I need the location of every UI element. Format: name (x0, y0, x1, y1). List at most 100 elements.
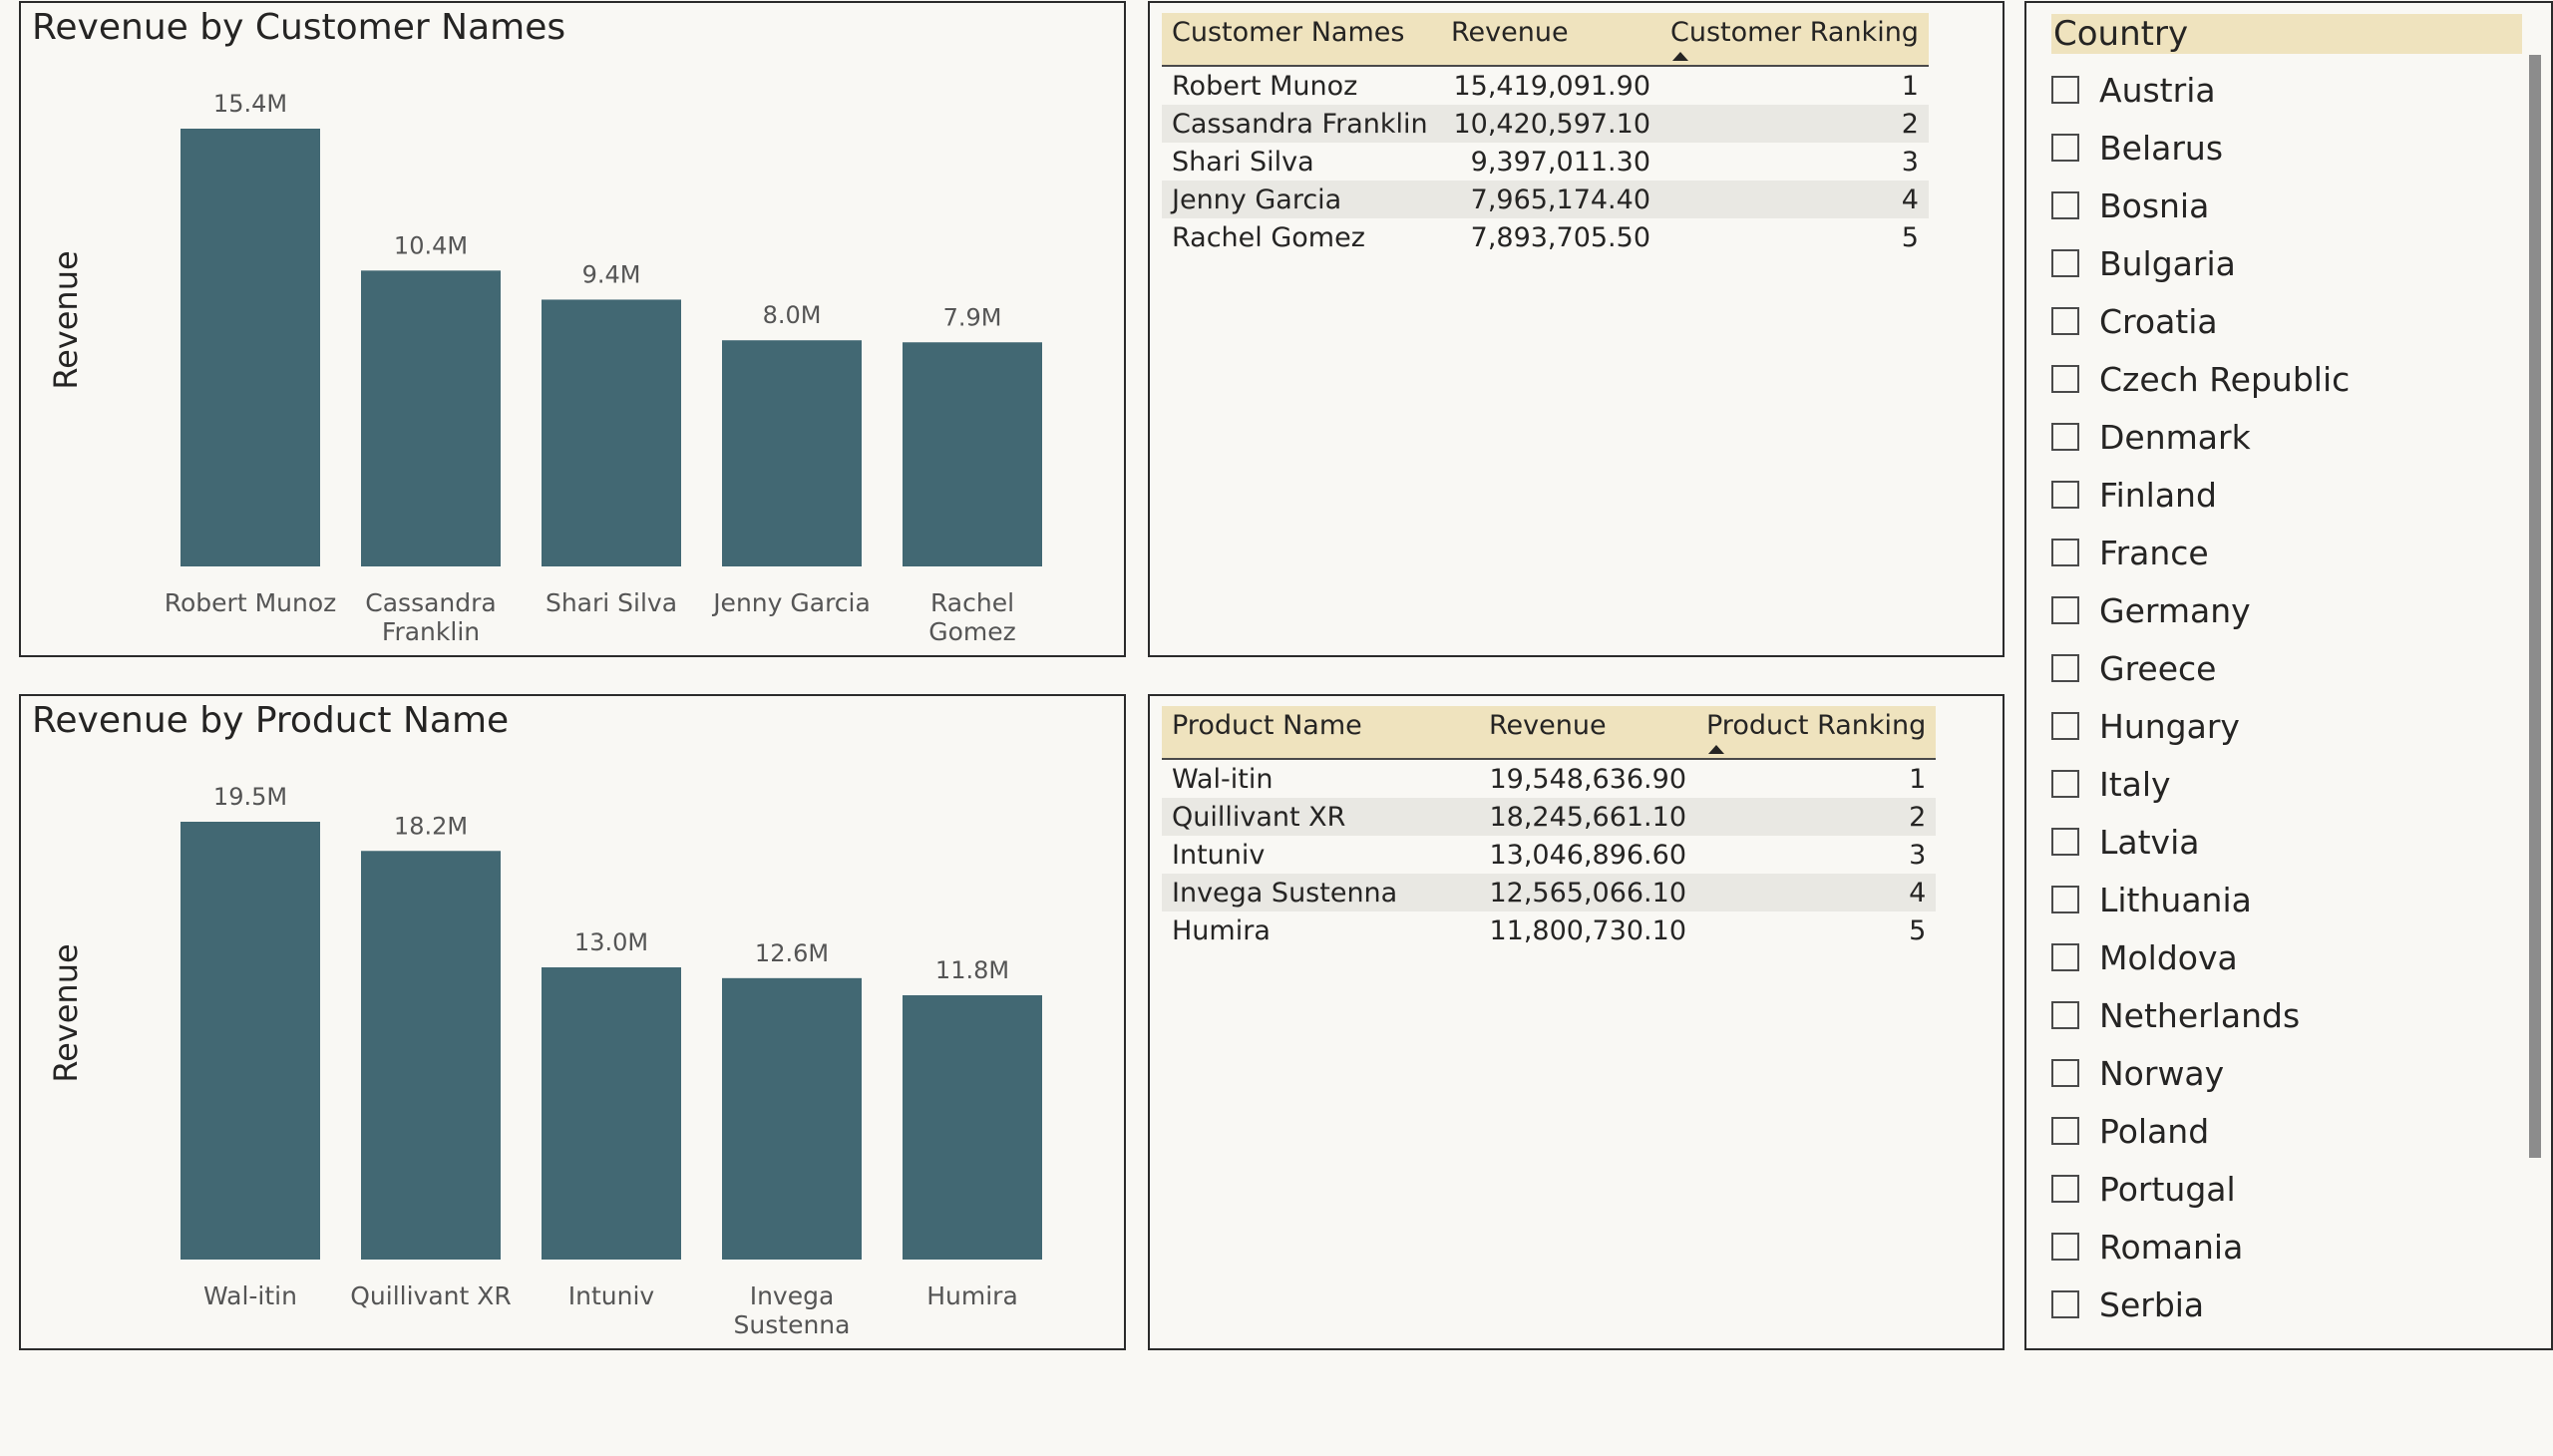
bar[interactable] (903, 994, 1042, 1260)
column-header-customer-ranking[interactable]: Customer Ranking (1660, 13, 1929, 67)
checkbox[interactable] (2051, 886, 2079, 913)
bar[interactable] (722, 340, 862, 566)
revenue-cell: 9,397,011.30 (1470, 146, 1650, 178)
checkbox[interactable] (2051, 654, 2079, 682)
table-row[interactable]: Quillivant XR 18,245,661.10 2 (1162, 798, 1937, 836)
bar[interactable] (361, 851, 501, 1260)
column-header-product-name[interactable]: Product Name (1162, 706, 1479, 760)
data-label: 12.6M (755, 939, 829, 967)
revenue-cell: 10,420,597.10 (1441, 105, 1660, 143)
x-tick-label: Wal-itin (203, 1281, 297, 1310)
column-header-product-ranking[interactable]: Product Ranking (1696, 706, 1937, 760)
checkbox[interactable] (2051, 596, 2079, 624)
sort-ascending-icon[interactable] (1708, 745, 1724, 754)
slicer-item-czech-republic[interactable]: Czech Republic (2051, 350, 2530, 408)
checkbox[interactable] (2051, 365, 2079, 393)
slicer-item-latvia[interactable]: Latvia (2051, 813, 2530, 871)
slicer-scrollbar[interactable] (2529, 55, 2541, 1158)
x-tick-label: Humira (926, 1281, 1018, 1310)
slicer-item-romania[interactable]: Romania (2051, 1218, 2530, 1275)
table-row[interactable]: Robert Munoz 15,419,091.90 1 (1162, 66, 1929, 105)
slicer-item-italy[interactable]: Italy (2051, 755, 2530, 813)
bar[interactable] (903, 342, 1042, 566)
table-row[interactable]: Wal-itin 19,548,636.90 1 (1162, 759, 1936, 798)
slicer-item-label: Hungary (2099, 706, 2240, 746)
slicer-item-label: Italy (2099, 764, 2171, 804)
slicer-item-label: Belarus (2099, 128, 2224, 168)
slicer-item-moldova[interactable]: Moldova (2051, 928, 2530, 986)
slicer-item-label: Lithuania (2099, 880, 2252, 919)
column-header-revenue[interactable]: Revenue (1479, 706, 1696, 760)
slicer-item-serbia[interactable]: Serbia (2051, 1275, 2530, 1333)
x-tick-label: Quillivant XR (350, 1281, 512, 1310)
slicer-item-france[interactable]: France (2051, 524, 2530, 581)
bar[interactable] (181, 129, 320, 566)
product-name-cell: Intuniv (1172, 839, 1266, 871)
sort-ascending-icon[interactable] (1672, 52, 1688, 61)
ranking-cell: 1 (1901, 70, 1919, 102)
slicer-item-label: Bosnia (2099, 185, 2210, 225)
slicer-item-croatia[interactable]: Croatia (2051, 292, 2530, 350)
checkbox[interactable] (2051, 539, 2079, 566)
table-row[interactable]: Shari Silva 9,397,011.30 3 (1162, 143, 1929, 181)
data-label: 18.2M (394, 812, 468, 840)
slicer-item-hungary[interactable]: Hungary (2051, 697, 2530, 755)
checkbox[interactable] (2051, 307, 2079, 335)
checkbox[interactable] (2051, 943, 2079, 971)
checkbox[interactable] (2051, 828, 2079, 856)
checkbox[interactable] (2051, 1001, 2079, 1029)
slicer-item-poland[interactable]: Poland (2051, 1102, 2530, 1160)
table-row[interactable]: Jenny Garcia 7,965,174.40 4 (1162, 181, 1929, 218)
table-row[interactable]: Invega Sustenna 12,565,066.10 4 (1162, 874, 1937, 911)
slicer-item-denmark[interactable]: Denmark (2051, 408, 2530, 466)
country-slicer-list[interactable]: Austria Belarus Bosnia Bulgaria Croatia Czech… (2051, 61, 2530, 1340)
slicer-item-label: Moldova (2099, 937, 2238, 977)
slicer-item-bosnia[interactable]: Bosnia (2051, 177, 2530, 234)
checkbox[interactable] (2051, 1059, 2079, 1087)
bar[interactable] (722, 977, 862, 1260)
data-label: 9.4M (582, 260, 641, 288)
bar[interactable] (361, 270, 501, 566)
checkbox[interactable] (2051, 76, 2079, 104)
checkbox[interactable] (2051, 481, 2079, 509)
slicer-item-austria[interactable]: Austria (2051, 61, 2530, 119)
product-name-cell: Humira (1172, 914, 1271, 946)
slicer-item-label: Finland (2099, 475, 2217, 515)
table-row[interactable]: Rachel Gomez 7,893,705.50 5 (1162, 218, 1929, 256)
bar[interactable] (181, 822, 320, 1260)
table-row[interactable]: Cassandra Franklin 10,420,597.10 2 (1162, 105, 1929, 143)
column-header-revenue[interactable]: Revenue (1441, 13, 1660, 67)
checkbox[interactable] (2051, 712, 2079, 740)
slicer-item-finland[interactable]: Finland (2051, 466, 2530, 524)
product-name-cell: Wal-itin (1172, 763, 1274, 795)
slicer-item-norway[interactable]: Norway (2051, 1044, 2530, 1102)
slicer-item-belarus[interactable]: Belarus (2051, 119, 2530, 177)
checkbox[interactable] (2051, 423, 2079, 451)
revenue-cell: 7,893,705.50 (1470, 221, 1650, 253)
slicer-item-germany[interactable]: Germany (2051, 581, 2530, 639)
slicer-item-greece[interactable]: Greece (2051, 639, 2530, 697)
checkbox[interactable] (2051, 134, 2079, 162)
checkbox[interactable] (2051, 770, 2079, 798)
table-row[interactable]: Intuniv 13,046,896.60 3 (1162, 836, 1936, 874)
slicer-item-netherlands[interactable]: Netherlands (2051, 986, 2530, 1044)
checkbox[interactable] (2051, 191, 2079, 219)
checkbox[interactable] (2051, 1233, 2079, 1261)
checkbox[interactable] (2051, 249, 2079, 277)
slicer-item-portugal[interactable]: Portugal (2051, 1160, 2530, 1218)
checkbox[interactable] (2051, 1117, 2079, 1145)
slicer-item-label: Netherlands (2099, 995, 2301, 1035)
table-row[interactable]: Humira 11,800,730.10 5 (1162, 911, 1936, 949)
x-tick-label: Jenny Garcia (711, 588, 871, 617)
x-tick-label: Sustenna (734, 1310, 851, 1339)
slicer-item-label: Serbia (2099, 1284, 2205, 1324)
bar[interactable] (542, 967, 681, 1260)
ranking-cell: 4 (1696, 874, 1937, 911)
slicer-item-bulgaria[interactable]: Bulgaria (2051, 234, 2530, 292)
bar[interactable] (542, 299, 681, 566)
checkbox[interactable] (2051, 1175, 2079, 1203)
column-header-customer-names[interactable]: Customer Names (1162, 13, 1441, 67)
checkbox[interactable] (2051, 1290, 2079, 1318)
customer-name-cell: Shari Silva (1172, 146, 1314, 178)
slicer-item-lithuania[interactable]: Lithuania (2051, 871, 2530, 928)
